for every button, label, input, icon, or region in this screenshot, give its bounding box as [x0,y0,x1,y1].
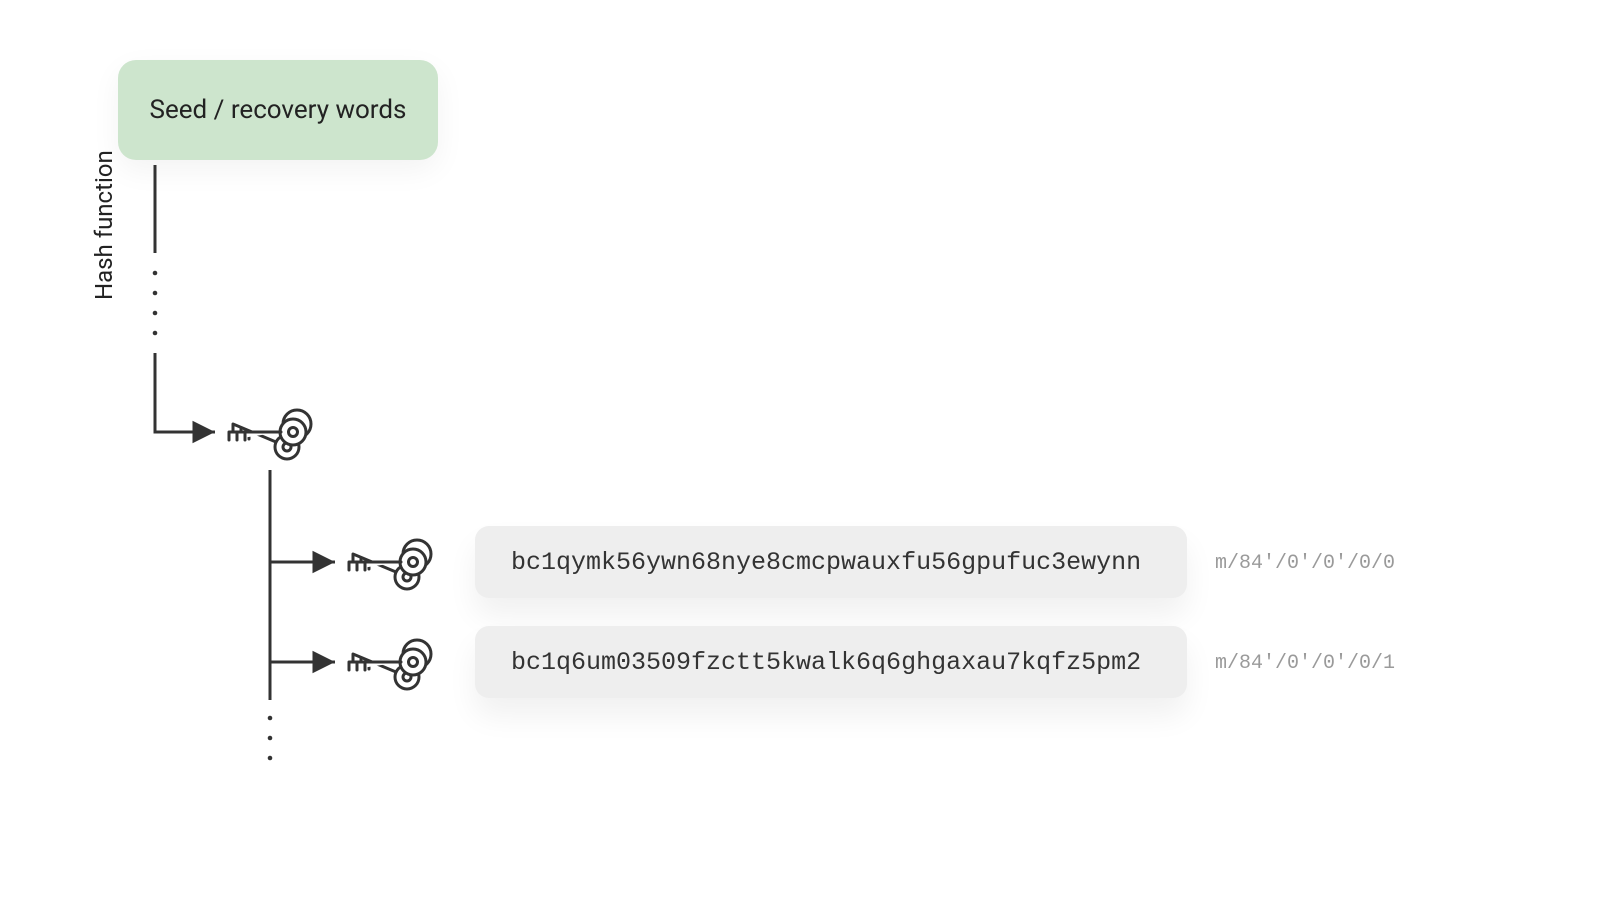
arrow-master-to-child2 [270,562,335,662]
keys-icon [345,628,445,698]
arrow-master-to-child1 [270,470,335,562]
derivation-path-label: m/84'/0'/0'/0/1 [1215,652,1395,675]
derivation-path-label: m/84'/0'/0'/0/0 [1215,552,1395,575]
seed-words-label: Seed / recovery words [150,95,407,125]
keys-icon [225,398,325,468]
keys-icon [345,528,445,598]
address-box: bc1qymk56ywn68nye8cmcpwauxfu56gpufuc3ewy… [475,526,1187,598]
hash-function-label: Hash function [90,150,118,300]
seed-words-box: Seed / recovery words [118,60,438,160]
address-text: bc1qymk56ywn68nye8cmcpwauxfu56gpufuc3ewy… [511,548,1141,577]
address-box: bc1q6um03509fzctt5kwalk6q6ghgaxau7kqfz5p… [475,626,1187,698]
address-text: bc1q6um03509fzctt5kwalk6q6ghgaxau7kqfz5p… [511,648,1141,677]
arrow-seed-to-master-b [155,353,215,432]
